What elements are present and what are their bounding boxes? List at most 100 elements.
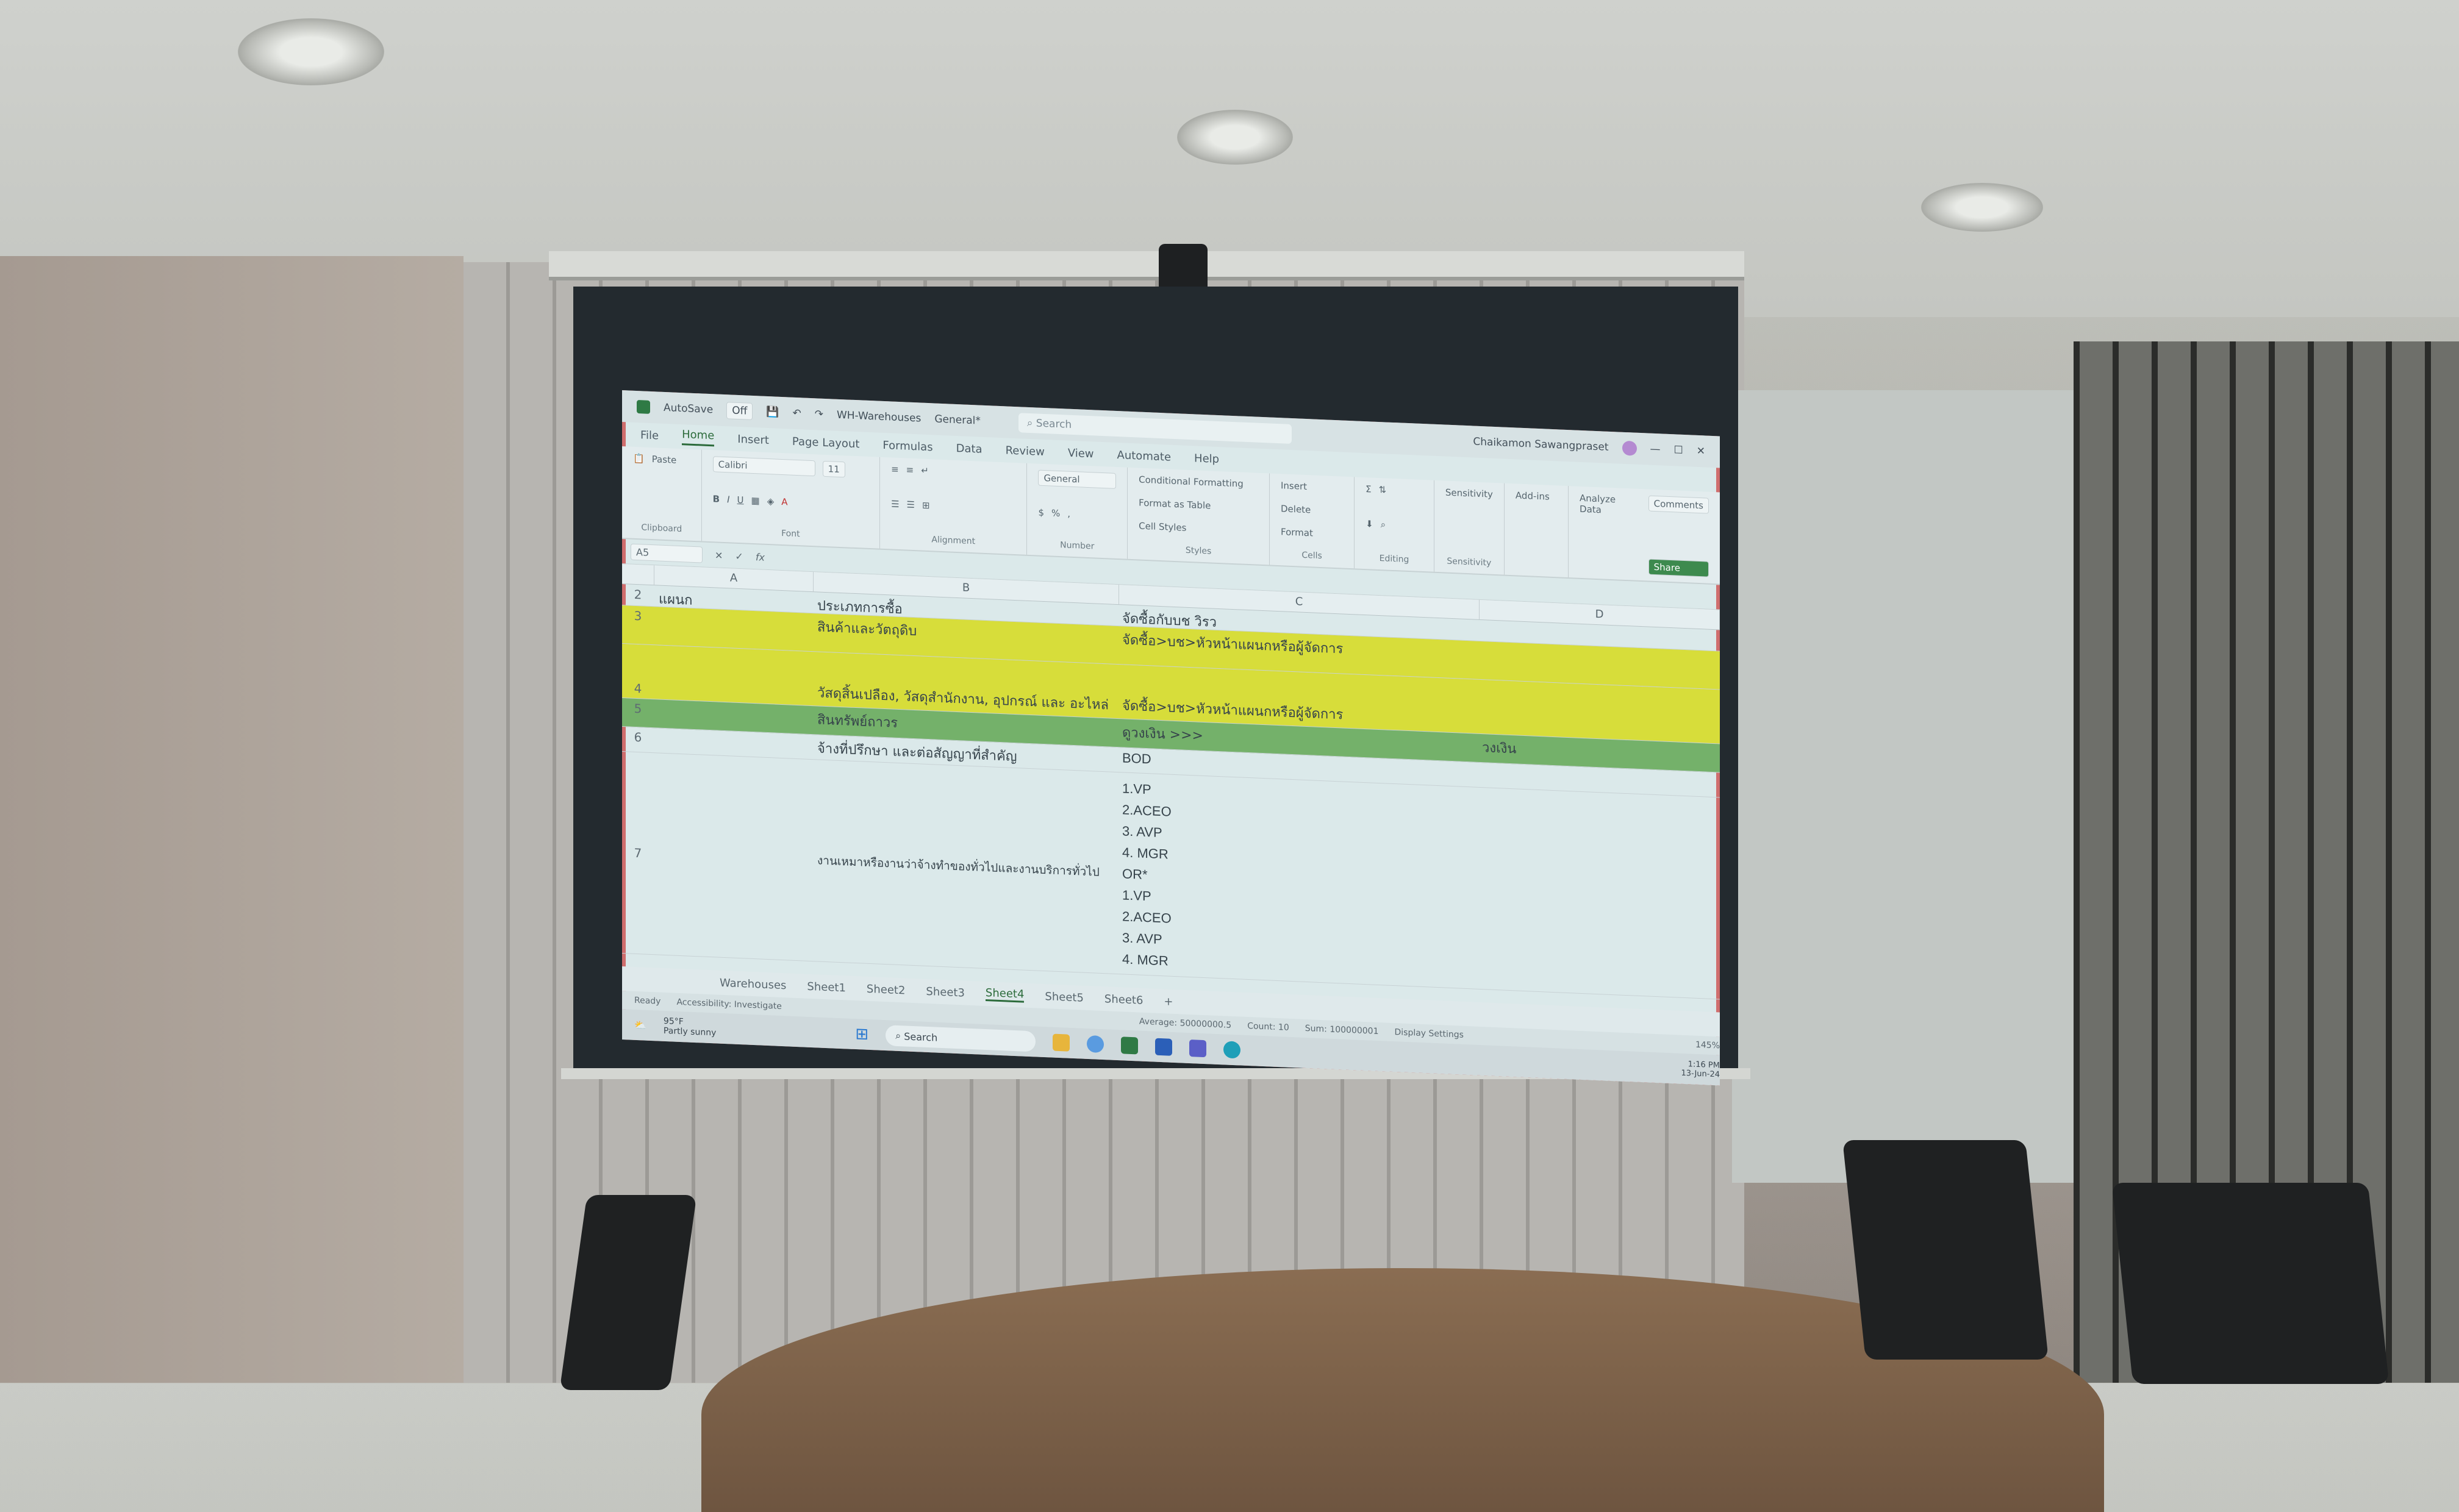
font-name-select[interactable]: Calibri <box>712 456 815 477</box>
redo-icon[interactable]: ↷ <box>815 408 823 421</box>
select-all-corner[interactable] <box>622 564 654 585</box>
editing-label: Editing <box>1379 554 1409 565</box>
add-sheet-icon[interactable]: + <box>1164 995 1173 1008</box>
sheet-tab-sheet2[interactable]: Sheet2 <box>867 982 906 997</box>
ceiling-light-center <box>1177 110 1293 165</box>
merge-icon[interactable]: ⊞ <box>922 500 930 512</box>
undo-icon[interactable]: ↶ <box>792 407 801 420</box>
save-icon[interactable]: 💾 <box>766 406 779 419</box>
paste-icon[interactable]: 📋 <box>633 453 645 465</box>
enter-icon[interactable]: ✓ <box>735 550 743 562</box>
sheet-tab-sheet1[interactable]: Sheet1 <box>807 980 846 994</box>
tab-insert[interactable]: Insert <box>737 432 769 446</box>
sheet-tab-warehouses[interactable]: Warehouses <box>720 976 786 992</box>
format-as-table-button[interactable]: Format as Table <box>1139 497 1258 513</box>
bold-icon[interactable]: B <box>713 493 720 504</box>
weather-widget[interactable]: 95°F Partly sunny <box>664 1016 716 1038</box>
borders-icon[interactable]: ▦ <box>751 495 760 507</box>
comma-icon[interactable]: , <box>1067 508 1070 519</box>
row-number[interactable]: 6 <box>622 727 654 752</box>
conditional-formatting-button[interactable]: Conditional Formatting <box>1139 474 1258 490</box>
analyze-data-button[interactable]: Analyze Data <box>1580 493 1627 516</box>
chair-far-right <box>2111 1183 2389 1384</box>
italic-icon[interactable]: I <box>727 494 729 505</box>
cell-a3[interactable] <box>654 607 812 651</box>
align-left-icon[interactable]: ☰ <box>891 498 899 510</box>
find-icon[interactable]: ⌕ <box>1381 519 1386 530</box>
cell-a7[interactable] <box>654 851 812 863</box>
sheet-tab-sheet3[interactable]: Sheet3 <box>926 985 965 999</box>
weather-icon: ⛅ <box>634 1019 646 1032</box>
row-number[interactable]: 2 <box>622 584 654 606</box>
font-color-icon[interactable]: A <box>781 496 787 507</box>
user-name[interactable]: Chaikamon Sawangpraset <box>1473 435 1608 453</box>
tab-formulas[interactable]: Formulas <box>882 438 932 453</box>
sensitivity-button[interactable]: Sensitivity <box>1445 487 1493 500</box>
wrap-text-icon[interactable]: ↵ <box>921 465 929 477</box>
autosave-label: AutoSave <box>664 401 714 416</box>
cell-b7[interactable]: งานเหมาหรืองานว่าจ้างทำของทั่วไปและงานบร… <box>812 849 1117 885</box>
font-size-select[interactable]: 11 <box>822 460 845 478</box>
tab-data[interactable]: Data <box>956 441 983 455</box>
underline-icon[interactable]: U <box>737 494 744 505</box>
row-number[interactable]: 5 <box>622 698 654 727</box>
share-button[interactable]: Share <box>1648 558 1709 577</box>
cell-d7[interactable] <box>1477 886 1720 901</box>
maximize-icon[interactable]: ☐ <box>1674 444 1683 457</box>
file-explorer-icon[interactable] <box>1053 1033 1070 1052</box>
editing-group: Σ ⇅ ⬇ ⌕ Editing <box>1355 477 1434 572</box>
tab-automate[interactable]: Automate <box>1117 449 1172 464</box>
word-taskbar-icon[interactable] <box>1155 1038 1173 1056</box>
sensitivity-label[interactable]: General* <box>934 413 981 427</box>
comments-button[interactable]: Comments <box>1648 495 1709 514</box>
display-settings-button[interactable]: Display Settings <box>1394 1027 1463 1040</box>
fill-icon[interactable]: ⬇ <box>1366 518 1373 530</box>
row-number[interactable]: 3 <box>622 605 654 644</box>
sheet-tab-sheet4[interactable]: Sheet4 <box>985 986 1025 1003</box>
fx-icon[interactable]: fx <box>756 551 765 563</box>
tab-file[interactable]: File <box>640 429 659 442</box>
user-avatar[interactable] <box>1622 440 1637 456</box>
edge-taskbar-icon[interactable] <box>1223 1041 1241 1059</box>
sheet-tab-sheet6[interactable]: Sheet6 <box>1104 993 1144 1007</box>
start-icon[interactable]: ⊞ <box>855 1025 868 1044</box>
teams-taskbar-icon[interactable] <box>1189 1039 1207 1058</box>
search-box[interactable]: ⌕ Search <box>1018 413 1292 444</box>
insert-button[interactable]: Insert <box>1281 480 1343 493</box>
autosave-toggle[interactable]: Off <box>726 402 753 420</box>
accessibility-status[interactable]: Accessibility: Investigate <box>676 997 781 1011</box>
format-button[interactable]: Format <box>1281 526 1343 540</box>
sensitivity-group: Sensitivity Sensitivity <box>1434 480 1505 575</box>
fill-color-icon[interactable]: ◈ <box>767 496 775 507</box>
align-center-icon[interactable]: ☰ <box>907 499 915 511</box>
cancel-icon[interactable]: ✕ <box>715 549 723 562</box>
tab-page-layout[interactable]: Page Layout <box>792 435 860 451</box>
sort-filter-icon[interactable]: ⇅ <box>1379 484 1387 496</box>
addins-button[interactable]: Add-ins <box>1516 490 1557 502</box>
number-format-select[interactable]: General <box>1038 469 1117 489</box>
tab-home[interactable]: Home <box>682 428 715 447</box>
align-middle-icon[interactable]: ≡ <box>906 465 914 476</box>
excel-taskbar-icon[interactable] <box>1121 1036 1139 1055</box>
paste-button[interactable]: Paste <box>652 454 677 466</box>
currency-icon[interactable]: $ <box>1038 507 1044 518</box>
tab-review[interactable]: Review <box>1006 444 1045 458</box>
sheet-tab-sheet5[interactable]: Sheet5 <box>1045 990 1084 1005</box>
clock[interactable]: 1:16 PM 13-Jun-24 <box>1681 1060 1720 1080</box>
chrome-icon[interactable] <box>1087 1035 1104 1054</box>
name-box[interactable]: A5 <box>631 543 703 563</box>
taskbar-search[interactable]: ⌕ Search <box>886 1025 1036 1052</box>
align-top-icon[interactable]: ≡ <box>891 463 899 475</box>
row-number[interactable]: 7 <box>622 843 654 863</box>
cell-styles-button[interactable]: Cell Styles <box>1139 521 1258 537</box>
close-icon[interactable]: ✕ <box>1697 445 1705 458</box>
zoom-level[interactable]: 145% <box>1695 1040 1720 1052</box>
tab-view[interactable]: View <box>1068 446 1094 460</box>
percent-icon[interactable]: % <box>1051 508 1060 519</box>
minimize-icon[interactable]: — <box>1650 443 1661 456</box>
tab-help[interactable]: Help <box>1194 452 1219 466</box>
cell-c7[interactable]: 1.VP 2.ACEO 3. AVP 4. MGR OR* 1.VP 2.ACE… <box>1117 775 1477 987</box>
row-number[interactable]: 4 <box>622 678 654 699</box>
delete-button[interactable]: Delete <box>1281 503 1343 516</box>
autosum-icon[interactable]: Σ <box>1366 483 1371 494</box>
